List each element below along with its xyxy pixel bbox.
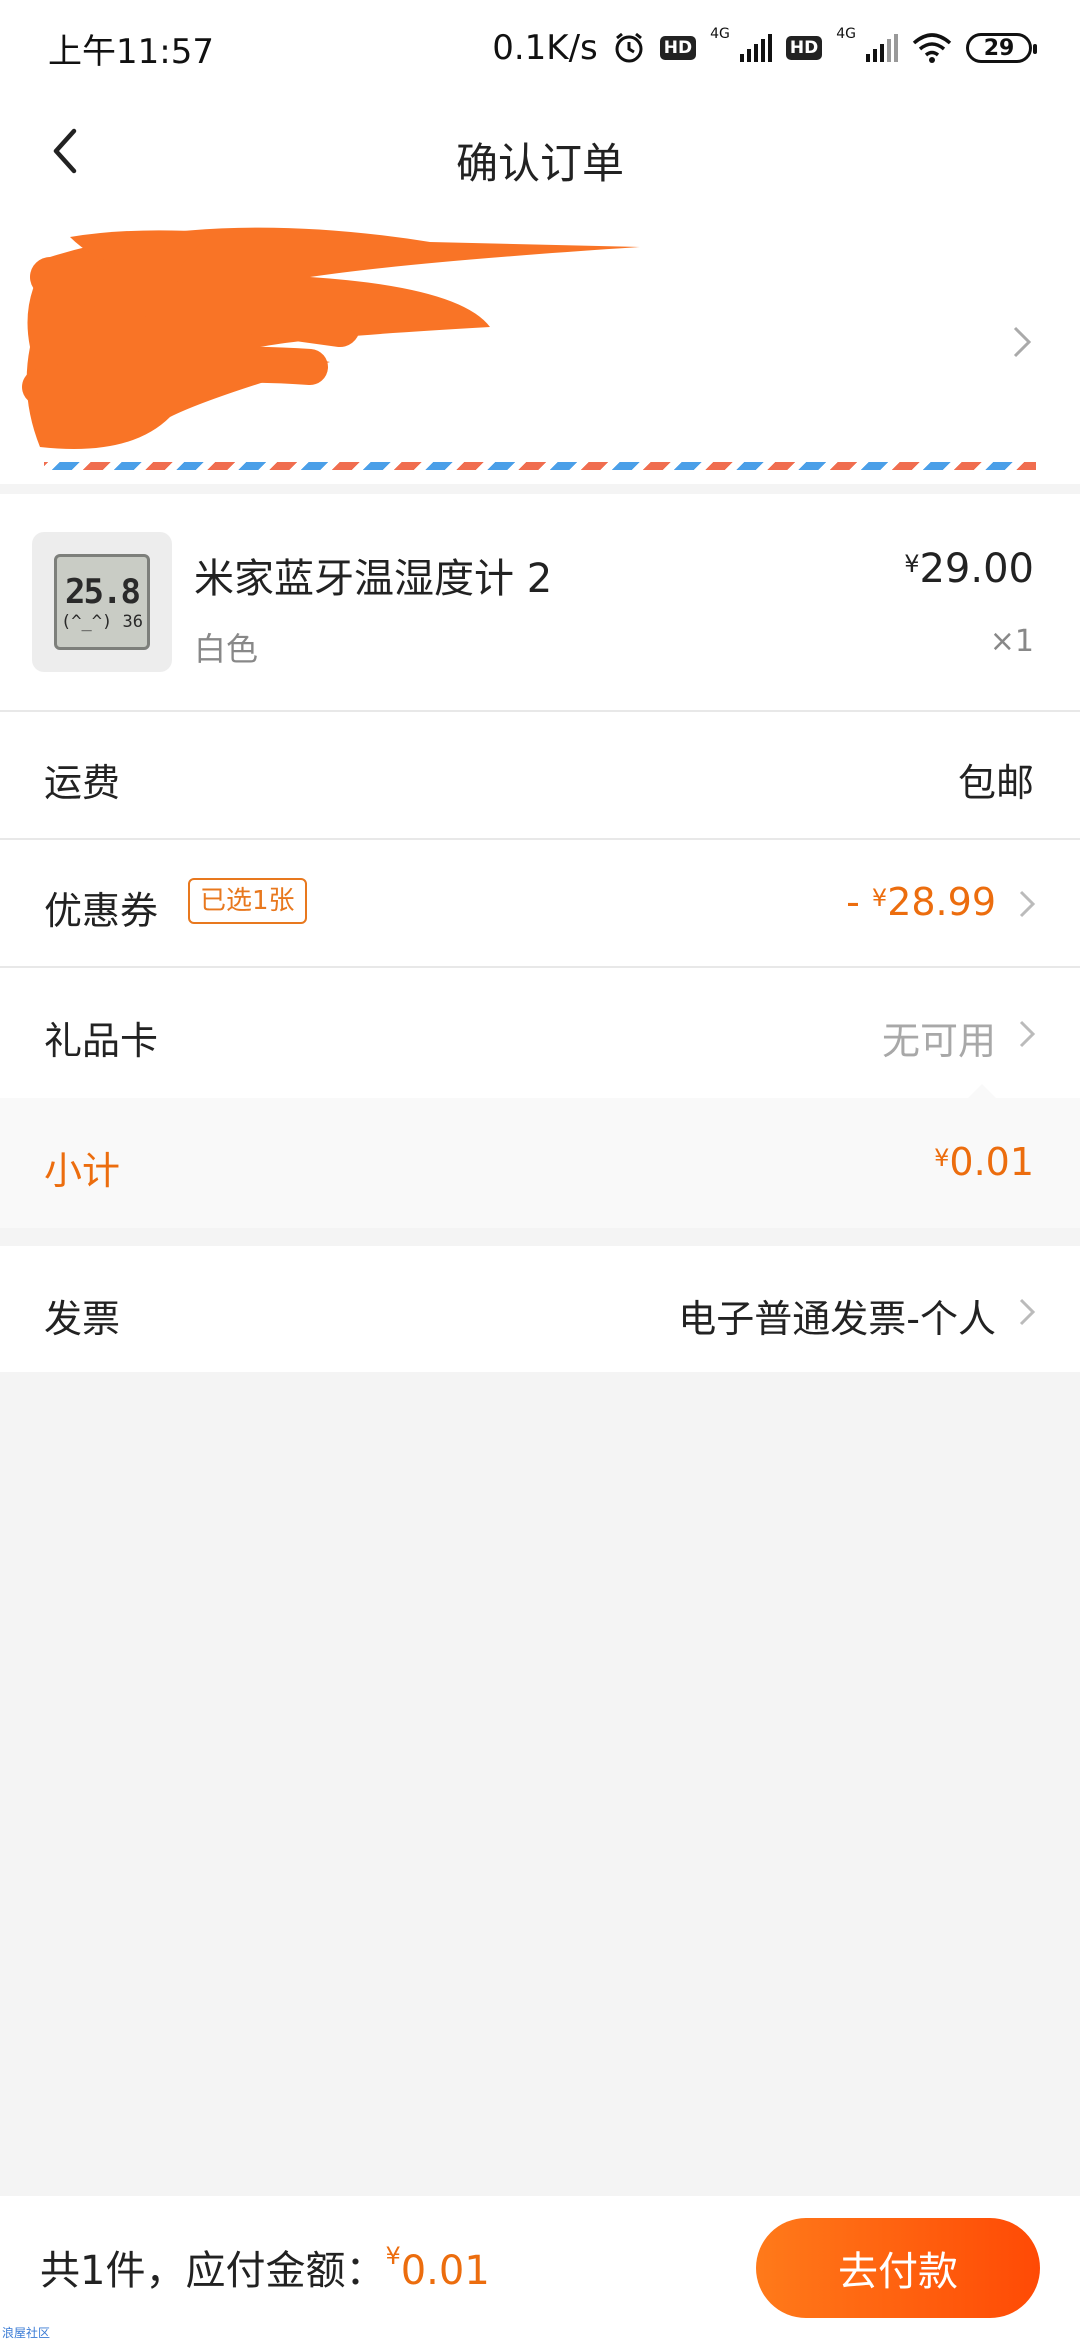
coupon-amount: 28.99 — [887, 880, 996, 924]
total-amount: ¥0.01 — [385, 2242, 490, 2294]
gift-card-row[interactable]: 礼品卡 无可用 — [0, 968, 1080, 1098]
invoice-value: 电子普通发票-个人 — [678, 1297, 996, 1341]
lcd-humidity: (^_^) 36 — [61, 612, 143, 632]
invoice-label: 发票 — [44, 1297, 121, 1341]
signal-icon — [738, 34, 772, 62]
pay-button[interactable]: 去付款 — [756, 2218, 1040, 2318]
invoice-chevron-icon — [1012, 1292, 1042, 1332]
battery-level: 29 — [983, 35, 1015, 61]
address-chevron-icon — [1002, 312, 1042, 372]
address-redaction — [22, 227, 640, 449]
subtotal-notch — [968, 1084, 996, 1098]
coupon-label: 优惠券 — [44, 889, 159, 933]
thermometer-lcd: 25.8 (^_^) 36 — [54, 554, 150, 650]
hd-badge-2: HD — [785, 36, 823, 60]
coupon-row[interactable]: 优惠券 已选1张 - ¥28.99 — [0, 840, 1080, 968]
checkout-bar: 共1件，应付金额：¥0.01 去付款 — [0, 2196, 1080, 2340]
nav-header: 确认订单 — [0, 96, 1080, 212]
gift-card-chevron-icon — [1012, 1014, 1042, 1054]
hd-badge-1: HD — [659, 36, 697, 60]
watermark: 浪屋社区 — [2, 2326, 51, 2340]
network-type-1: 4G — [710, 26, 730, 42]
address-card[interactable] — [0, 212, 1080, 484]
airmail-stripe — [44, 462, 1036, 470]
total-value: 0.01 — [400, 2248, 490, 2294]
gift-card-value: 无可用 — [881, 1019, 996, 1063]
net-speed: 0.1K/s — [492, 28, 598, 68]
wifi-icon — [912, 33, 952, 63]
alarm-icon — [612, 31, 646, 65]
status-time: 上午11:57 — [48, 31, 214, 72]
gift-card-label: 礼品卡 — [44, 1019, 159, 1063]
total-label: 共1件，应付金额： — [40, 2248, 386, 2294]
shipping-value: 包邮 — [957, 761, 1034, 805]
order-total: 共1件，应付金额：¥0.01 — [40, 2238, 490, 2296]
invoice-row[interactable]: 发票 电子普通发票-个人 — [0, 1246, 1080, 1372]
price-currency: ¥ — [904, 550, 920, 578]
subtotal-value: ¥0.01 — [934, 1140, 1034, 1184]
shipping-row: 运费 包邮 — [0, 712, 1080, 840]
product-quantity: ×1 — [989, 624, 1034, 659]
coupon-chevron-icon — [1012, 884, 1042, 924]
page-title: 确认订单 — [455, 139, 624, 188]
signal-icon-2 — [864, 34, 898, 62]
subtotal-label: 小计 — [44, 1149, 121, 1193]
battery-icon: 29 — [966, 33, 1037, 63]
price-amount: 29.00 — [919, 546, 1034, 592]
subtotal-row: 小计 ¥0.01 — [0, 1084, 1080, 1228]
subtotal-currency: ¥ — [934, 1144, 950, 1172]
coupon-discount: - ¥28.99 — [846, 880, 996, 924]
coupon-minus: - — [846, 880, 872, 924]
product-name: 米家蓝牙温湿度计 2 — [194, 556, 553, 602]
coupon-currency: ¥ — [871, 884, 888, 912]
product-row[interactable]: 25.8 (^_^) 36 米家蓝牙温湿度计 2 白色 ¥29.00 ×1 — [0, 494, 1080, 712]
product-variant: 白色 — [194, 630, 259, 668]
network-type-2: 4G — [836, 26, 856, 42]
status-icons: 0.1K/s HD 4G HD 4G 29 — [492, 26, 1037, 68]
subtotal-amount: 0.01 — [949, 1140, 1034, 1184]
product-thumbnail: 25.8 (^_^) 36 — [32, 532, 172, 672]
lcd-temperature: 25.8 — [65, 572, 141, 612]
product-price: ¥29.00 — [904, 546, 1034, 592]
coupon-selected-badge: 已选1张 — [188, 878, 307, 924]
shipping-label: 运费 — [44, 761, 121, 805]
status-bar: 上午11:57 0.1K/s HD 4G HD 4G 29 — [0, 0, 1080, 96]
total-currency: ¥ — [385, 2242, 401, 2270]
